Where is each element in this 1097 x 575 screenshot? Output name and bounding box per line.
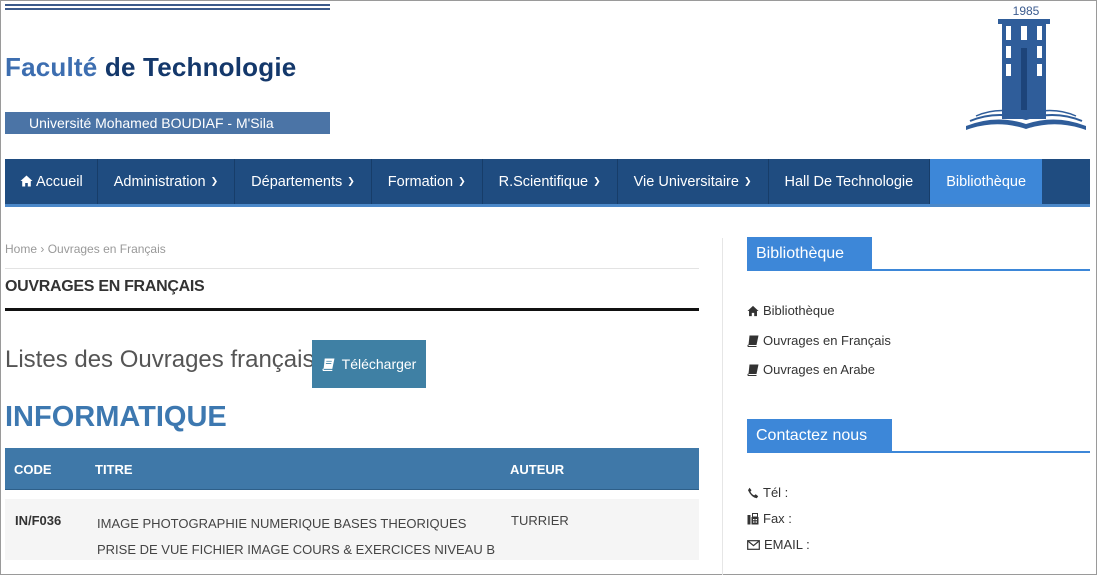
table-header: CODE TITRE AUTEUR xyxy=(5,448,699,490)
nav-item-label: Vie Universitaire xyxy=(633,173,739,190)
home-icon xyxy=(20,175,33,186)
contact-email: EMAIL : xyxy=(747,537,810,552)
nav-item-departements[interactable]: Départements ❯ xyxy=(235,159,372,204)
site-title-part2: de Technologie xyxy=(104,52,297,82)
download-button[interactable]: Télécharger xyxy=(312,340,426,388)
cell-title: IMAGE PHOTOGRAPHIE NUMERIQUE BASES THEOR… xyxy=(97,516,496,557)
breadcrumb: Home › Ouvrages en Français xyxy=(5,242,166,256)
breadcrumb-home-link[interactable]: Home xyxy=(5,242,37,256)
logo-year: 1985 xyxy=(1012,4,1040,18)
cell-code: IN/F036 xyxy=(15,513,62,528)
university-logo[interactable]: 1985 xyxy=(962,2,1092,136)
widget-title-label: Contactez nous xyxy=(747,419,892,453)
nav-item-label: R.Scientifique xyxy=(498,173,589,190)
nav-item-vie-universitaire[interactable]: Vie Universitaire ❯ xyxy=(618,159,769,204)
sidebar-link-bibliotheque[interactable]: Bibliothèque xyxy=(747,303,835,318)
contact-email-label: EMAIL : xyxy=(764,537,810,552)
home-icon xyxy=(747,305,759,316)
nav-item-formation[interactable]: Formation ❯ xyxy=(372,159,483,204)
sidebar-widget-title-contact: Contactez nous xyxy=(747,419,1090,453)
book-icon xyxy=(322,358,335,371)
sidebar-link-ouvrages-arabe[interactable]: Ouvrages en Arabe xyxy=(747,362,875,377)
column-separator xyxy=(722,238,723,575)
nav-item-bibliotheque[interactable]: Bibliothèque xyxy=(930,159,1043,204)
books-table: CODE TITRE AUTEUR IN/F036 IMAGE PHOTOGRA… xyxy=(5,448,699,560)
nav-item-label: Accueil xyxy=(36,173,83,190)
contact-fax-label: Fax : xyxy=(763,511,792,526)
nav-item-recherche-scientifique[interactable]: R.Scientifique ❯ xyxy=(483,159,618,204)
chevron-down-icon: ❯ xyxy=(593,176,601,186)
cell-author: TURRIER xyxy=(511,513,569,528)
book-icon xyxy=(747,364,759,376)
column-header-title: TITRE xyxy=(95,462,133,477)
chevron-down-icon: ❯ xyxy=(210,176,219,186)
column-header-code: CODE xyxy=(14,462,52,477)
section-title: INFORMATIQUE xyxy=(5,401,227,433)
table-row: IN/F036 IMAGE PHOTOGRAPHIE NUMERIQUE BAS… xyxy=(5,490,699,560)
sidebar-link-label: Bibliothèque xyxy=(763,303,835,318)
download-button-label: Télécharger xyxy=(341,356,417,372)
chevron-down-icon: ❯ xyxy=(743,176,752,186)
column-header-author: AUTEUR xyxy=(510,462,565,477)
nav-item-label: Départements xyxy=(251,173,343,190)
divider xyxy=(5,268,699,269)
nav-item-accueil[interactable]: Accueil xyxy=(5,159,98,204)
fax-icon xyxy=(747,512,759,524)
main-navigation: Accueil Administration ❯ Départements ❯ … xyxy=(5,159,1090,207)
nav-item-hall-de-technologie[interactable]: Hall De Technologie xyxy=(769,159,931,204)
sidebar-link-ouvrages-francais[interactable]: Ouvrages en Français xyxy=(747,333,891,348)
site-title-part1: Faculté xyxy=(5,52,98,82)
sidebar-link-label: Ouvrages en Arabe xyxy=(763,362,876,377)
contact-phone-label: Tél : xyxy=(763,485,789,500)
chevron-down-icon: ❯ xyxy=(347,176,355,186)
envelope-icon xyxy=(747,539,760,550)
breadcrumb-separator: › xyxy=(40,242,45,256)
contact-phone: Tél : xyxy=(747,485,788,500)
title-underline xyxy=(5,308,699,311)
lists-heading: Listes des Ouvrages français xyxy=(5,346,315,373)
contact-fax: Fax : xyxy=(747,511,792,526)
sidebar-link-label: Ouvrages en Français xyxy=(763,333,891,348)
nav-item-label: Administration xyxy=(113,173,206,190)
chevron-down-icon: ❯ xyxy=(458,176,466,186)
nav-item-label: Hall De Technologie xyxy=(784,173,914,190)
page-title: OUVRAGES EN FRANÇAIS xyxy=(5,278,205,295)
book-icon xyxy=(747,335,759,347)
university-name-bar: Université Mohamed BOUDIAF - M'Sila xyxy=(5,112,330,134)
nav-item-administration[interactable]: Administration ❯ xyxy=(98,159,236,204)
breadcrumb-current: Ouvrages en Français xyxy=(47,242,166,256)
nav-item-label: Formation xyxy=(387,173,454,190)
nav-item-label: Bibliothèque xyxy=(946,173,1027,190)
phone-icon xyxy=(748,487,759,498)
header-decor-lines xyxy=(5,4,330,12)
widget-title-label: Bibliothèque xyxy=(747,237,872,271)
sidebar-widget-title-bibliotheque: Bibliothèque xyxy=(747,237,1090,271)
tower-book-icon xyxy=(966,19,1086,130)
site-title[interactable]: Faculté de Technologie xyxy=(5,52,296,83)
